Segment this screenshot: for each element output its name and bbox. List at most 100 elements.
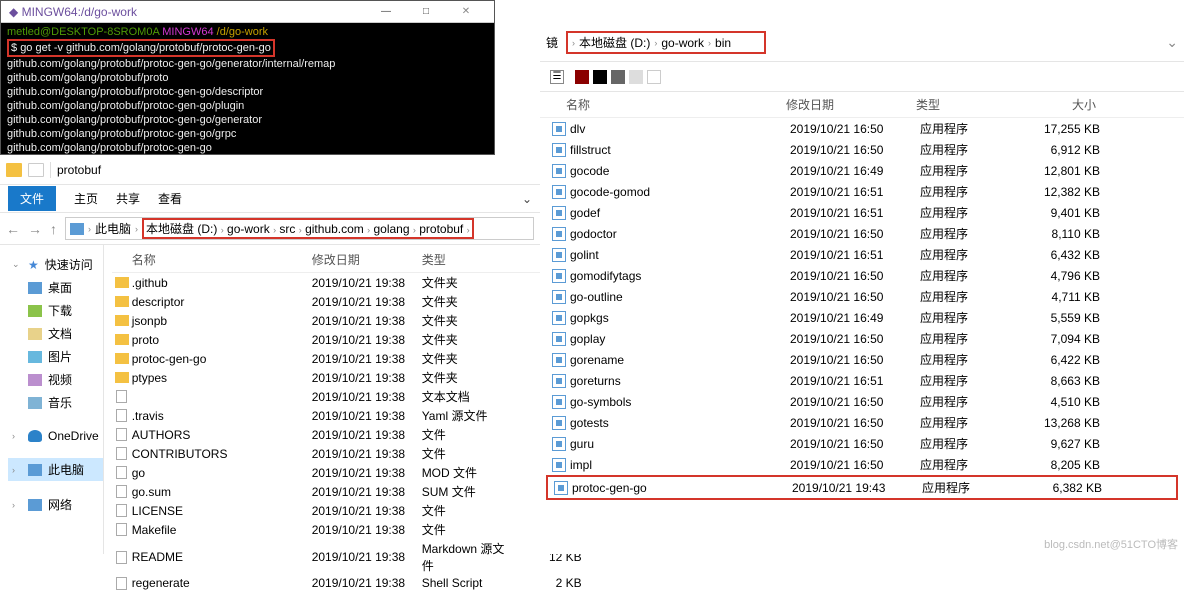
sidebar-pictures[interactable]: 图片 (8, 345, 103, 368)
swatch-black[interactable] (593, 70, 607, 84)
crumb-item[interactable]: src (279, 222, 295, 236)
list-item[interactable]: godef2019/10/21 16:51应用程序9,401 KB (546, 202, 1178, 223)
sidebar-music[interactable]: 音乐 (8, 391, 103, 414)
menu-view[interactable]: 查看 (158, 190, 182, 207)
crumb-item[interactable]: protobuf (419, 222, 463, 236)
prompt-env: MINGW64 (162, 26, 213, 38)
list-item[interactable]: impl2019/10/21 16:50应用程序8,205 KB (546, 454, 1178, 475)
list-item[interactable]: go-outline2019/10/21 16:50应用程序4,711 KB (546, 286, 1178, 307)
list-item[interactable]: gocode2019/10/21 16:49应用程序12,801 KB (546, 160, 1178, 181)
file-type: 文件夹 (422, 331, 512, 348)
list-item[interactable]: goplay2019/10/21 16:50应用程序7,094 KB (546, 328, 1178, 349)
terminal-title: MINGW64:/d/go-work (22, 5, 366, 19)
terminal-window: ◆ MINGW64:/d/go-work — □ ✕ metled@DESKTO… (0, 0, 495, 155)
list-item[interactable]: .travis2019/10/21 19:38Yaml 源文件 (112, 406, 582, 425)
sidebar-videos[interactable]: 视频 (8, 368, 103, 391)
menu-share[interactable]: 共享 (116, 190, 140, 207)
list-item[interactable]: .github2019/10/21 19:38文件夹 (112, 273, 582, 292)
swatch-red[interactable] (575, 70, 589, 84)
command-highlight: $ go get -v github.com/golang/protobuf/p… (7, 39, 275, 57)
col-type[interactable]: 类型 (422, 251, 512, 268)
forward-button[interactable]: → (28, 221, 42, 237)
crumb-thispc[interactable]: 此电脑 (95, 220, 131, 237)
list-item[interactable]: jsonpb2019/10/21 19:38文件夹 (112, 311, 582, 330)
sidebar-network[interactable]: ›网络 (8, 493, 103, 516)
minimize-button[interactable]: — (366, 2, 406, 22)
crumb-bin[interactable]: bin (715, 36, 731, 50)
breadcrumb-row: ← → ↑ › 此电脑› 本地磁盘 (D:) › go-work › src ›… (0, 213, 540, 245)
crumb-item[interactable]: go-work (227, 222, 270, 236)
list-item[interactable]: proto2019/10/21 19:38文件夹 (112, 330, 582, 349)
up-button[interactable]: ↑ (50, 221, 57, 237)
list-item[interactable]: go-symbols2019/10/21 16:50应用程序4,510 KB (546, 391, 1178, 412)
expand-ribbon-icon[interactable]: ⌄ (522, 192, 532, 206)
list-item[interactable]: protoc-gen-go2019/10/21 19:43应用程序6,382 K… (546, 475, 1178, 500)
condition-icon[interactable]: ☰ (550, 70, 564, 84)
back-button[interactable]: ← (6, 221, 20, 237)
list-item[interactable]: regenerate2019/10/21 19:38Shell Script2 … (112, 575, 582, 591)
list-item[interactable]: README2019/10/21 19:38Markdown 源文件12 KB (112, 539, 582, 575)
col-date[interactable]: 修改日期 (786, 96, 916, 113)
swatch-light[interactable] (629, 70, 643, 84)
sidebar-downloads[interactable]: 下载 (8, 299, 103, 322)
file-type: 应用程序 (922, 479, 1012, 496)
sidebar-onedrive[interactable]: ›OneDrive (8, 426, 103, 446)
file-type: 文件 (422, 426, 512, 443)
file-type: Markdown 源文件 (422, 540, 512, 574)
menu-home[interactable]: 主页 (74, 190, 98, 207)
list-item[interactable]: ptypes2019/10/21 19:38文件夹 (112, 368, 582, 387)
crumb-item[interactable]: golang (373, 222, 409, 236)
crumb-disk[interactable]: 本地磁盘 (D:) (579, 34, 650, 51)
list-item[interactable]: dlv2019/10/21 16:50应用程序17,255 KB (546, 118, 1178, 139)
list-item[interactable]: gotests2019/10/21 16:50应用程序13,268 KB (546, 412, 1178, 433)
list-item[interactable]: AUTHORS2019/10/21 19:38文件 (112, 425, 582, 444)
list-item[interactable]: fillstruct2019/10/21 16:50应用程序6,912 KB (546, 139, 1178, 160)
list-item[interactable]: golint2019/10/21 16:51应用程序6,432 KB (546, 244, 1178, 265)
file-size: 6,382 KB (1012, 481, 1102, 495)
breadcrumb[interactable]: › 此电脑› 本地磁盘 (D:) › go-work › src › githu… (65, 217, 534, 240)
swatch-white[interactable] (647, 70, 661, 84)
terminal-titlebar[interactable]: ◆ MINGW64:/d/go-work — □ ✕ (1, 1, 494, 23)
breadcrumb-right[interactable]: › 本地磁盘 (D:)› go-work› bin (566, 31, 766, 54)
list-item[interactable]: LICENSE2019/10/21 19:38文件2 KB (112, 501, 582, 520)
list-item[interactable]: CONTRIBUTORS2019/10/21 19:38文件1 KB (112, 444, 582, 463)
maximize-button[interactable]: □ (406, 2, 446, 22)
menu-file[interactable]: 文件 (8, 186, 56, 211)
refresh-button[interactable]: ⌄ (1166, 34, 1178, 51)
list-item[interactable]: Makefile2019/10/21 19:38文件2 KB (112, 520, 582, 539)
file-name: CONTRIBUTORS (132, 447, 312, 461)
crumb-item[interactable]: github.com (305, 222, 364, 236)
sidebar-thispc[interactable]: ›此电脑 (8, 458, 103, 481)
list-item[interactable]: descriptor2019/10/21 19:38文件夹 (112, 292, 582, 311)
file-icon (116, 504, 127, 517)
exe-icon (552, 143, 566, 157)
col-size[interactable]: 大小 (1006, 96, 1096, 113)
exe-icon (552, 374, 566, 388)
sidebar-documents[interactable]: 文档 (8, 322, 103, 345)
col-type[interactable]: 类型 (916, 96, 1006, 113)
list-item[interactable]: gomodifytags2019/10/21 16:50应用程序4,796 KB (546, 265, 1178, 286)
list-item[interactable]: go.sum2019/10/21 19:38SUM 文件0 KB (112, 482, 582, 501)
file-name: gotests (570, 416, 790, 430)
crumb-gowork[interactable]: go-work (661, 36, 704, 50)
list-item[interactable]: protoc-gen-go2019/10/21 19:38文件夹 (112, 349, 582, 368)
list-item[interactable]: guru2019/10/21 16:50应用程序9,627 KB (546, 433, 1178, 454)
sidebar-desktop[interactable]: 桌面 (8, 276, 103, 299)
sidebar-quick-access[interactable]: ⌄★快速访问 (8, 253, 103, 276)
col-name[interactable]: 名称 (132, 251, 312, 268)
list-item[interactable]: gocode-gomod2019/10/21 16:51应用程序12,382 K… (546, 181, 1178, 202)
list-item[interactable]: gopkgs2019/10/21 16:49应用程序5,559 KB (546, 307, 1178, 328)
col-date[interactable]: 修改日期 (312, 251, 422, 268)
crumb-item[interactable]: 本地磁盘 (D:) (146, 222, 217, 236)
list-item[interactable]: goreturns2019/10/21 16:51应用程序8,663 KB (546, 370, 1178, 391)
exe-icon (552, 206, 566, 220)
list-item[interactable]: godoctor2019/10/21 16:50应用程序8,110 KB (546, 223, 1178, 244)
file-name: regenerate (132, 576, 312, 590)
col-name[interactable]: 名称 (566, 96, 786, 113)
file-name: go-symbols (570, 395, 790, 409)
swatch-gray[interactable] (611, 70, 625, 84)
list-item[interactable]: go2019/10/21 19:38MOD 文件1 KB (112, 463, 582, 482)
list-item[interactable]: 2019/10/21 19:38文本文档 (112, 387, 582, 406)
close-button[interactable]: ✕ (446, 2, 486, 22)
list-item[interactable]: gorename2019/10/21 16:50应用程序6,422 KB (546, 349, 1178, 370)
